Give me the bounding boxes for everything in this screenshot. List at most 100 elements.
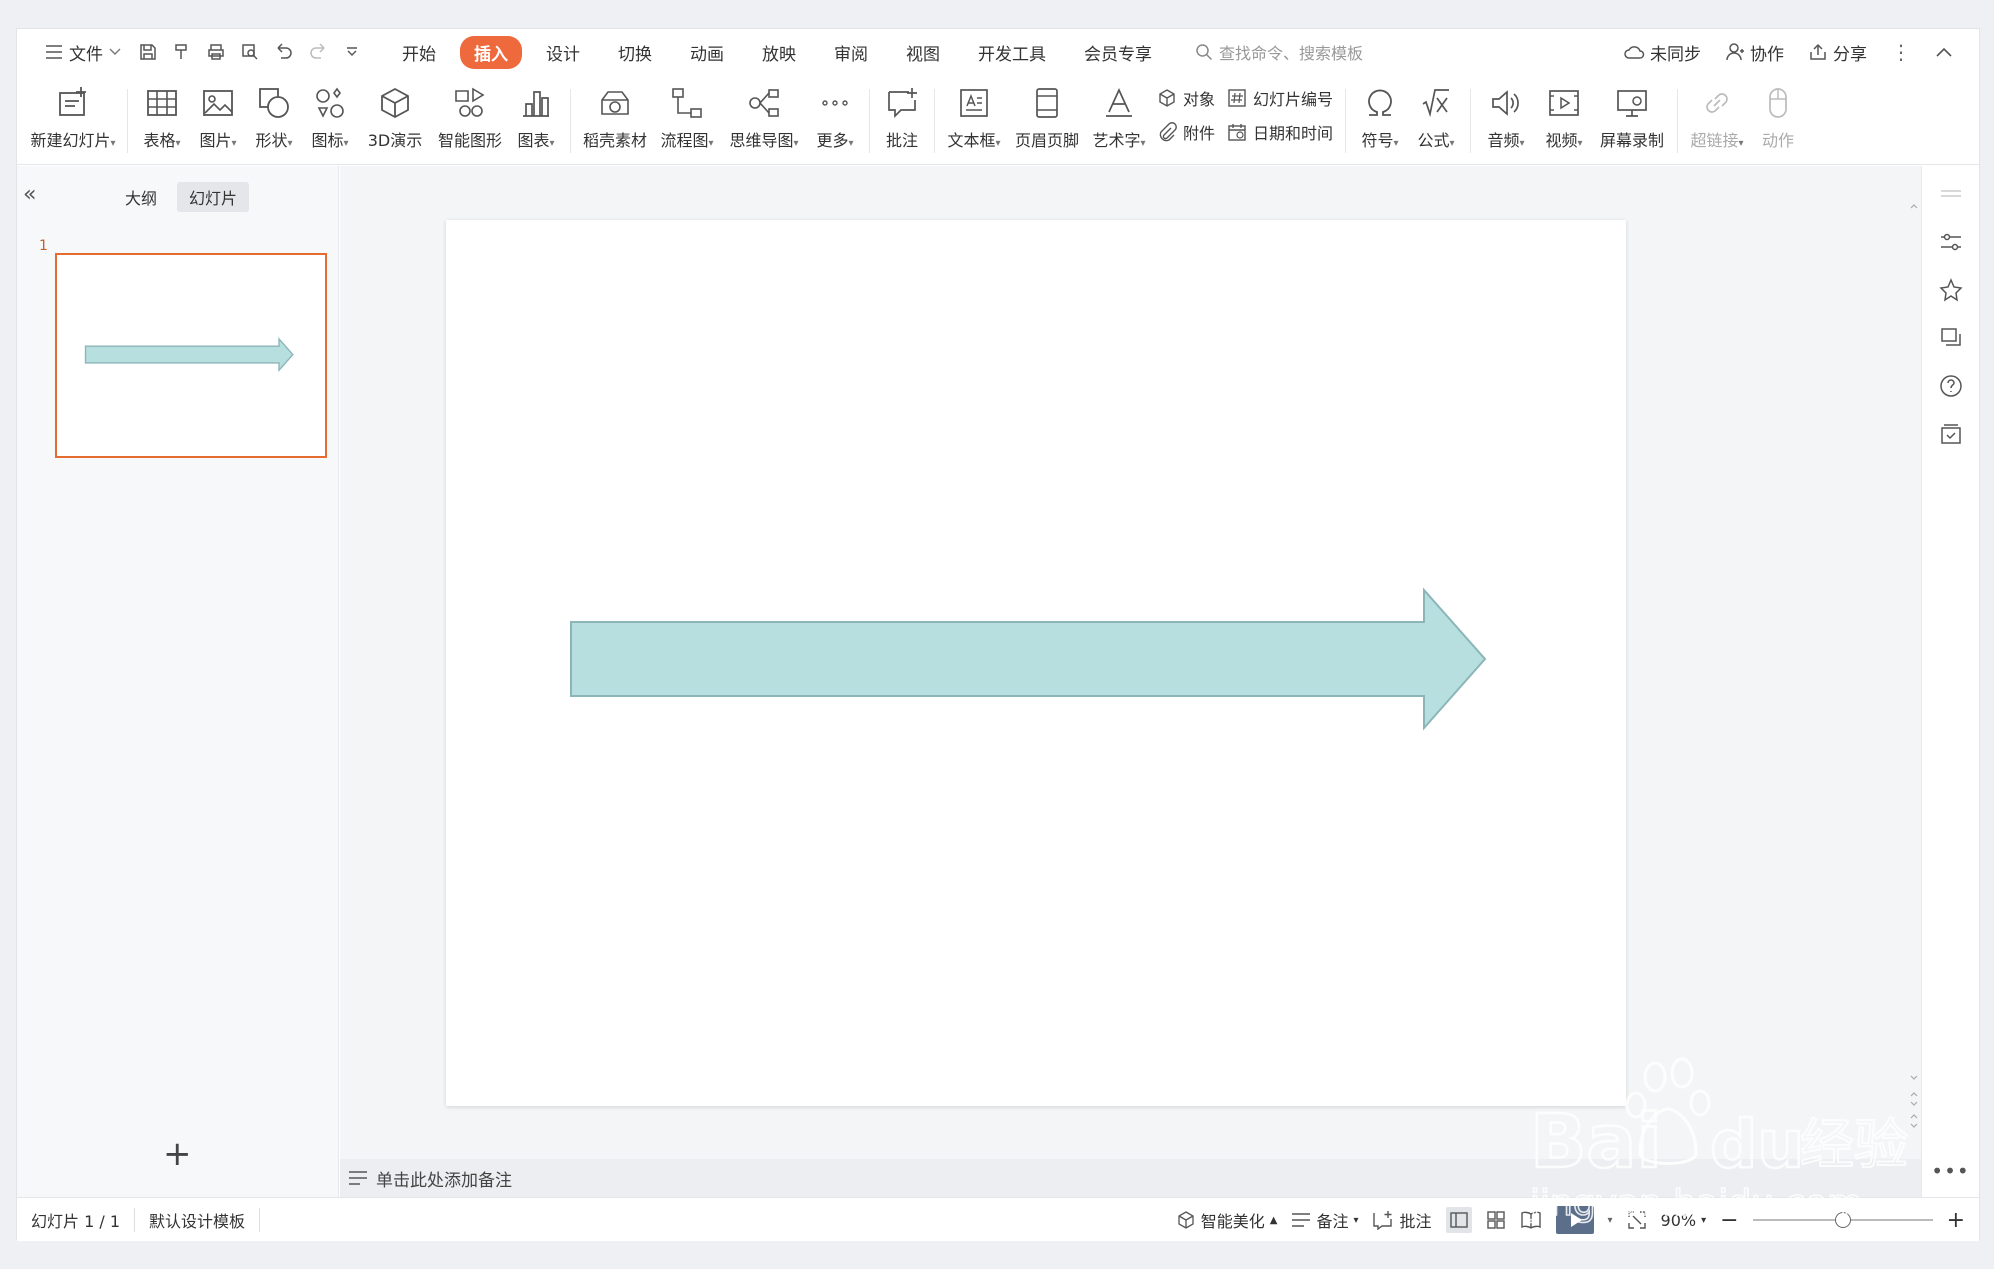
collapse-panel-icon[interactable]: « [23, 182, 36, 207]
insert-small-group-2: 幻灯片编号 日期和时间 [1221, 75, 1339, 155]
textbox-button[interactable]: 文本框▾ [941, 75, 1007, 165]
tab-insert[interactable]: 插入 [460, 35, 522, 69]
design-template[interactable]: 默认设计模板 [135, 1207, 261, 1232]
icon-button[interactable]: 图标▾ [302, 75, 358, 165]
format-painter-icon[interactable] [165, 29, 199, 75]
arrow-shape[interactable] [446, 220, 1626, 1106]
undo-icon[interactable] [267, 29, 301, 75]
omega-icon [1368, 89, 1392, 116]
flowchart-button[interactable]: 流程图▾ [653, 75, 721, 165]
header-footer-button[interactable]: 页眉页脚 [1007, 75, 1087, 165]
wordart-button[interactable]: 艺术字▾ [1087, 75, 1151, 165]
comments-toggle-button[interactable]: 批注 [1372, 1208, 1432, 1232]
header-footer-icon [1036, 88, 1058, 118]
properties-icon[interactable] [1931, 222, 1971, 262]
tab-animations[interactable]: 动画 [676, 36, 738, 69]
slide-number-button[interactable]: 幻灯片编号 [1227, 86, 1333, 110]
redo-icon[interactable] [301, 29, 335, 75]
icon-label: 图标 [311, 131, 344, 150]
shape-button[interactable]: 形状▾ [246, 75, 302, 165]
zoom-out-icon[interactable]: − [1720, 1208, 1738, 1233]
table-label: 表格 [143, 131, 176, 150]
smart-beautify-label: 智能美化 [1200, 1212, 1265, 1231]
video-label: 视频 [1545, 131, 1578, 150]
tab-developer[interactable]: 开发工具 [964, 36, 1060, 69]
tab-transitions[interactable]: 切换 [604, 36, 666, 69]
sync-button[interactable]: 未同步 [1615, 40, 1709, 65]
tab-slides[interactable]: 幻灯片 [177, 182, 250, 212]
video-button[interactable]: 视频▾ [1535, 75, 1593, 165]
more-vertical-icon[interactable]: ⋮ [1883, 40, 1919, 64]
attachment-button[interactable]: 附件 [1157, 120, 1215, 144]
more-button[interactable]: 更多▾ [807, 75, 863, 165]
ribbon-tabs: 开始 插入 设计 切换 动画 放映 审阅 视图 开发工具 会员专享 [383, 35, 1171, 69]
share-button[interactable]: 分享 [1800, 40, 1875, 65]
slide-transition-icon[interactable] [1931, 318, 1971, 358]
formula-button[interactable]: 公式▾ [1408, 75, 1464, 165]
comment-label: 批注 [885, 131, 918, 150]
tab-review[interactable]: 审阅 [820, 36, 882, 69]
collaborate-button[interactable]: 协作 [1717, 40, 1792, 65]
slideshow-options-icon[interactable]: ▾ [1608, 1215, 1613, 1226]
zoom-slider-knob[interactable] [1834, 1212, 1851, 1228]
notes-area[interactable]: 单击此处添加备注 [340, 1159, 1922, 1197]
hyperlink-button[interactable]: 超链接▾ [1684, 75, 1750, 165]
screen-record-button[interactable]: 屏幕录制 [1593, 75, 1671, 165]
star-icon[interactable] [1931, 270, 1971, 310]
more-horizontal-icon[interactable]: ••• [1931, 1159, 1969, 1183]
notes-toggle-button[interactable]: 备注 ▾ [1291, 1208, 1358, 1232]
mindmap-button[interactable]: 思维导图▾ [721, 75, 807, 165]
new-slide-button[interactable]: 新建幻灯片▾ [25, 75, 121, 165]
tab-home[interactable]: 开始 [388, 36, 450, 69]
action-button[interactable]: 动作 [1750, 75, 1806, 165]
material-button[interactable]: 稻壳素材 [577, 75, 653, 165]
object-button[interactable]: 对象 [1157, 86, 1215, 110]
zoom-in-icon[interactable]: + [1947, 1208, 1965, 1233]
slide-sorter-icon[interactable] [1486, 1210, 1506, 1230]
add-slide-icon[interactable]: + [163, 1134, 192, 1174]
help-icon[interactable] [1931, 366, 1971, 406]
3d-demo-button[interactable]: 3D演示 [358, 75, 432, 165]
smartart-button[interactable]: 智能图形 [432, 75, 508, 165]
command-search[interactable]: 查找命令、搜索模板 [1195, 40, 1363, 64]
cloud-icon [1624, 46, 1645, 59]
tab-view[interactable]: 视图 [892, 36, 954, 69]
reading-view-icon[interactable] [1520, 1210, 1542, 1230]
tab-outline[interactable]: 大纲 [113, 182, 169, 212]
slide[interactable] [446, 220, 1626, 1106]
hyperlink-label: 超链接 [1690, 131, 1739, 150]
slide-thumbnail[interactable] [55, 253, 327, 458]
tab-member[interactable]: 会员专享 [1070, 36, 1166, 69]
zoom-slider[interactable] [1752, 1212, 1933, 1228]
print-preview-icon[interactable] [233, 29, 267, 75]
datetime-button[interactable]: 日期和时间 [1227, 120, 1333, 144]
customize-toolbar-icon[interactable] [335, 29, 369, 75]
table-button[interactable]: 表格▾ [134, 75, 190, 165]
wordart-label: 艺术字 [1092, 131, 1141, 150]
comment-icon [888, 88, 917, 119]
share-icon [1810, 43, 1826, 60]
chevron-down-icon: ▾ [1353, 1214, 1359, 1226]
play-icon [1570, 1213, 1582, 1227]
save-icon[interactable] [131, 29, 165, 75]
drag-handle-icon[interactable] [1931, 174, 1971, 214]
formula-label: 公式 [1417, 131, 1450, 150]
play-slideshow-button[interactable] [1555, 1206, 1594, 1234]
file-menu[interactable]: 文件 [35, 29, 131, 75]
fit-window-icon[interactable] [1627, 1210, 1647, 1230]
tab-slideshow[interactable]: 放映 [748, 36, 810, 69]
tab-design[interactable]: 设计 [532, 36, 594, 69]
print-icon[interactable] [199, 29, 233, 75]
picture-button[interactable]: 图片▾ [190, 75, 246, 165]
zoom-level[interactable]: 90% ▾ [1661, 1211, 1707, 1230]
archive-icon[interactable] [1931, 414, 1971, 454]
menu-bar: 文件 开始 插入 设计 切换 动画 放映 审阅 视图 开发工具 会员专享 查找命… [17, 29, 1979, 75]
vertical-scrollbar[interactable] [1906, 166, 1922, 1159]
symbol-button[interactable]: 符号▾ [1352, 75, 1408, 165]
normal-view-icon[interactable] [1445, 1207, 1472, 1233]
smart-beautify-button[interactable]: 智能美化 ▲ [1176, 1208, 1277, 1232]
comment-button[interactable]: 批注 [876, 75, 928, 165]
audio-button[interactable]: 音频▾ [1477, 75, 1535, 165]
chart-button[interactable]: 图表▾ [508, 75, 564, 165]
collapse-ribbon-icon[interactable] [1927, 46, 1961, 58]
